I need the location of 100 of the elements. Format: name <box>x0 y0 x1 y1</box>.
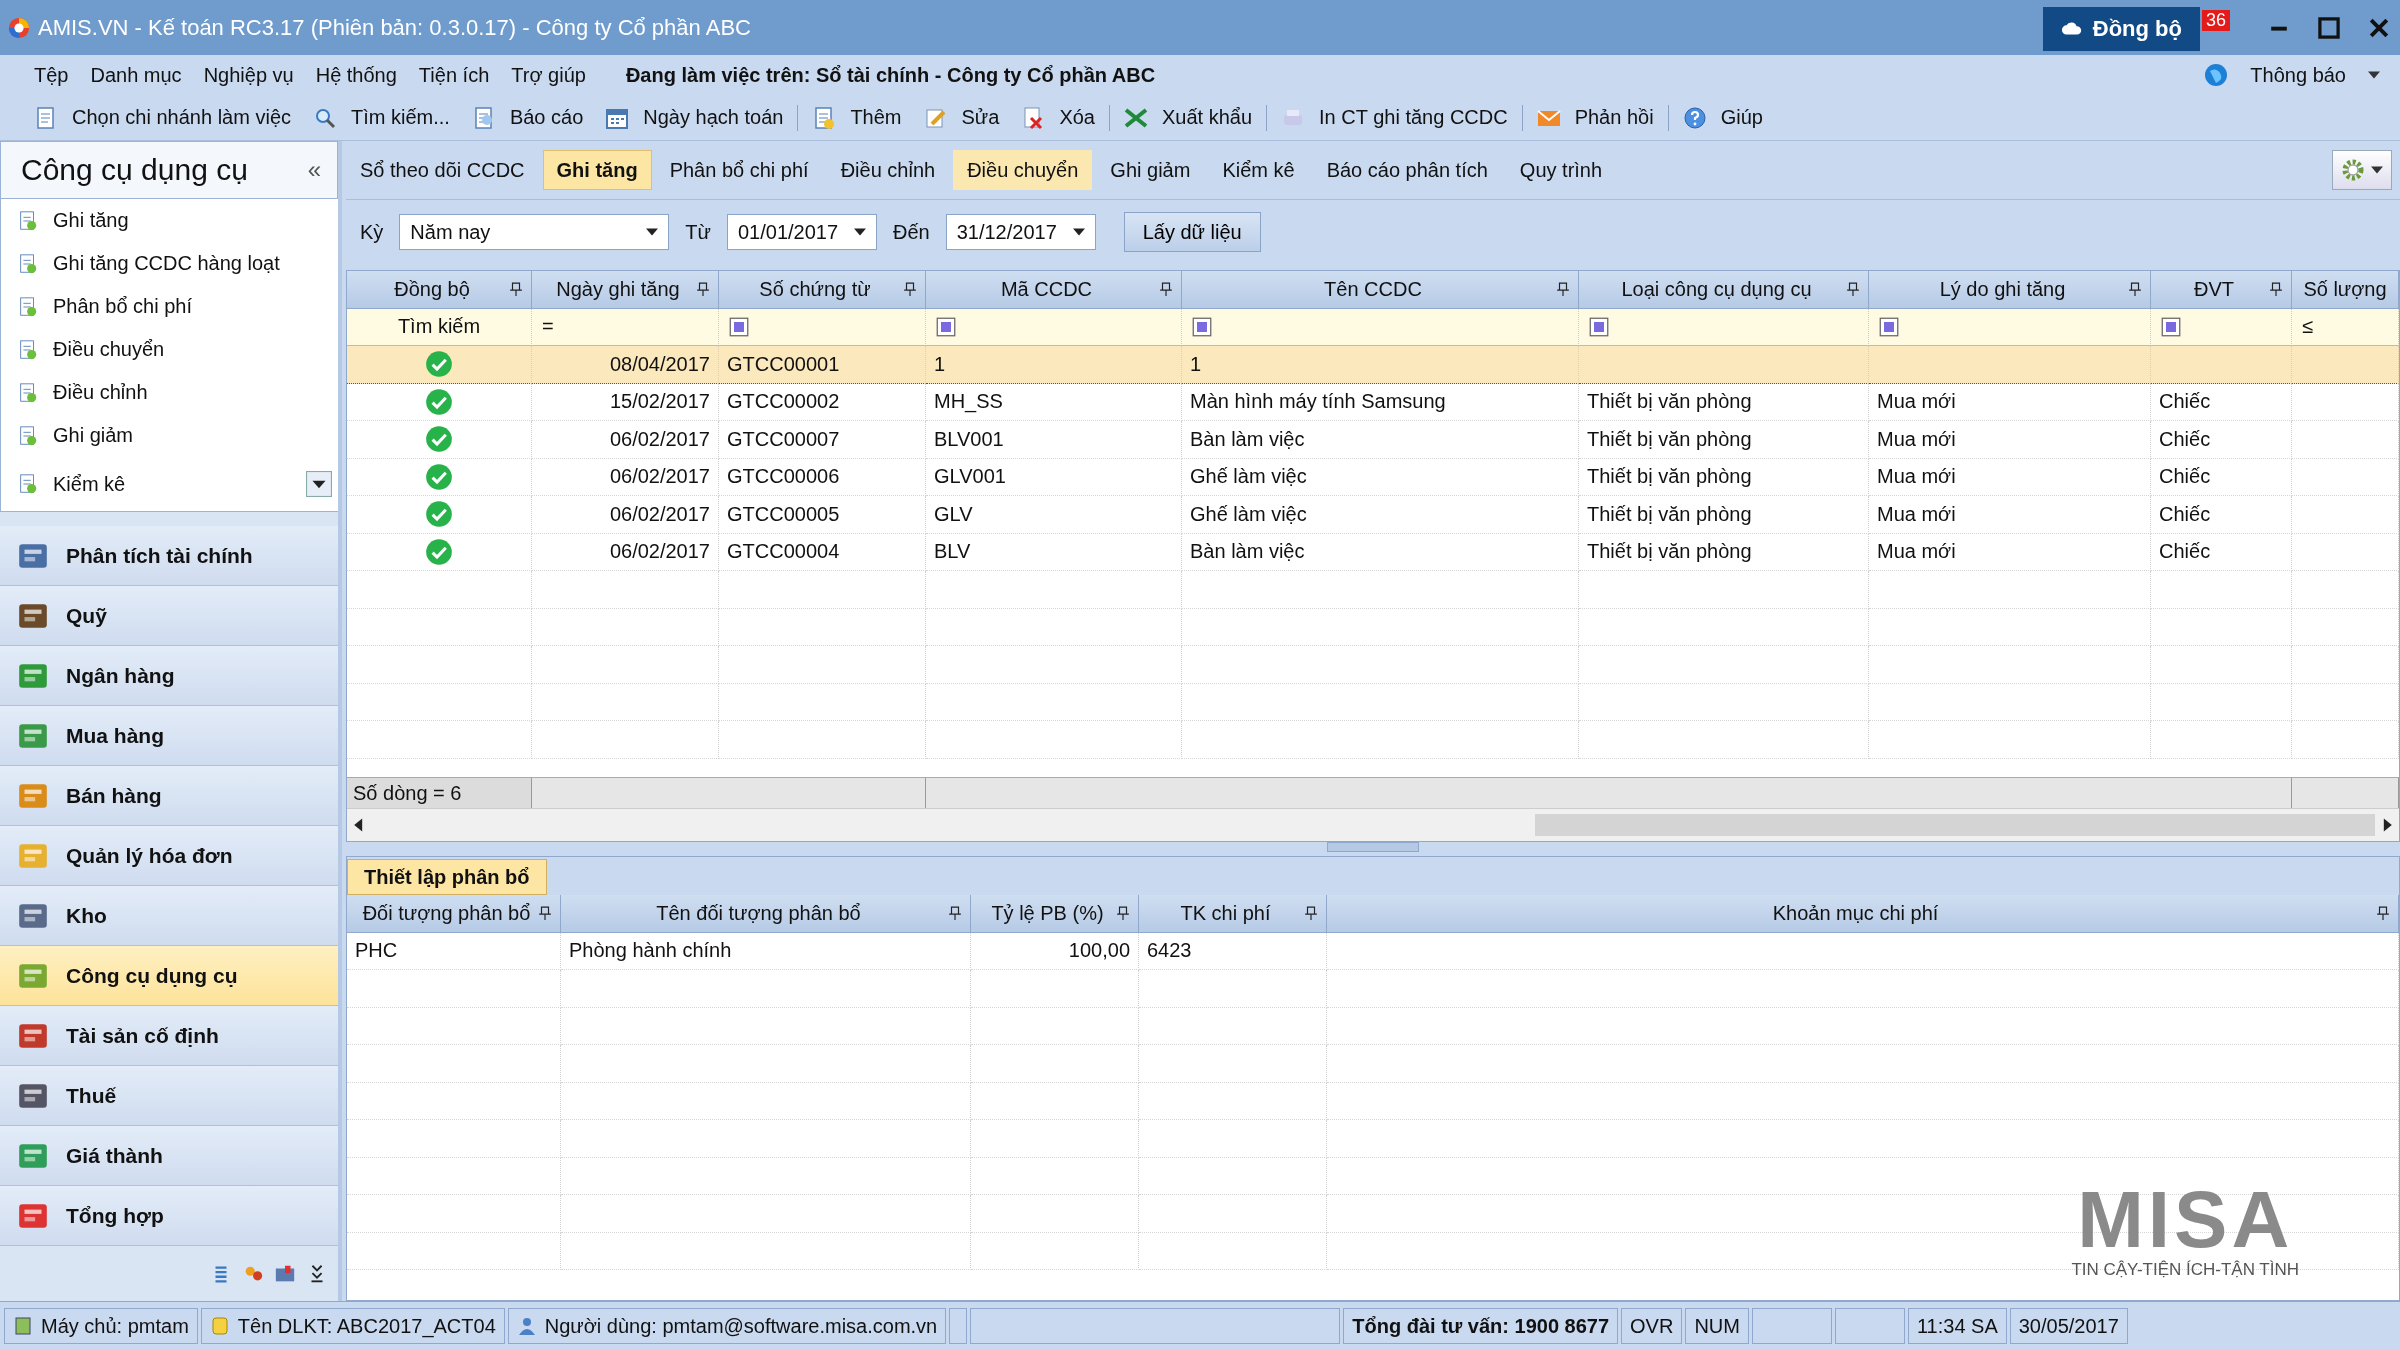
filter-cell[interactable] <box>719 308 926 346</box>
pin-icon[interactable] <box>2128 282 2142 297</box>
caret-icon[interactable] <box>1072 228 1085 236</box>
sync-button[interactable]: Đồng bộ <box>2042 7 2200 51</box>
caret-icon[interactable] <box>853 228 866 236</box>
column-header[interactable]: Ngày ghi tăng <box>532 271 719 309</box>
menu-item[interactable]: Tệp <box>34 63 69 87</box>
column-header[interactable]: Mã CCDC <box>926 271 1182 309</box>
pin-icon[interactable] <box>538 906 552 921</box>
period-dropdown[interactable]: Năm nay <box>399 214 670 250</box>
globe-icon[interactable] <box>2204 63 2229 87</box>
tab[interactable]: Báo cáo phân tích <box>1312 150 1502 190</box>
pin-icon[interactable] <box>696 282 710 297</box>
filter-icon[interactable] <box>936 316 956 337</box>
toolbar-button[interactable]: Chọn chi nhánh làm việc <box>26 103 299 132</box>
toolbar-button[interactable]: Giúp <box>1674 103 1771 132</box>
dropdown-icon[interactable] <box>306 471 332 497</box>
pin-icon[interactable] <box>1159 282 1173 297</box>
column-header[interactable]: Lý do ghi tăng <box>1869 271 2151 309</box>
toolbar-button[interactable]: Phản hồi <box>1528 103 1662 132</box>
sidebar-item[interactable]: Điều chỉnh <box>11 377 154 408</box>
module-button[interactable]: Quỹ <box>0 586 338 646</box>
filter-cell[interactable] <box>926 308 1182 346</box>
menu-item[interactable]: Tiện ích <box>418 63 490 87</box>
toolbar-button[interactable]: In CT ghi tăng CCDC <box>1273 103 1516 132</box>
tab[interactable]: Ghi giảm <box>1096 150 1205 190</box>
toolbar-button[interactable]: Xuất khẩu <box>1116 103 1261 132</box>
filter-icon[interactable] <box>1879 316 1899 337</box>
filter-cell[interactable] <box>1579 308 1869 346</box>
menu-item[interactable]: Nghiệp vụ <box>203 63 294 87</box>
tab[interactable]: Kiểm kê <box>1208 150 1309 190</box>
horizontal-scrollbar[interactable] <box>347 808 2399 841</box>
filter-icon[interactable] <box>2161 316 2181 337</box>
pin-icon[interactable] <box>903 282 917 297</box>
pin-icon[interactable] <box>1116 906 1130 921</box>
toolbar-button[interactable]: Tìm kiếm... <box>305 103 458 132</box>
filter-cell[interactable] <box>1182 308 1579 346</box>
tab[interactable]: Điều chuyển <box>953 150 1093 190</box>
filter-operator[interactable]: ≤ <box>2292 308 2399 346</box>
module-button[interactable]: Kho <box>0 886 338 946</box>
sidebar-item[interactable]: Ghi giảm <box>11 420 140 451</box>
module-button[interactable]: Quản lý hóa đơn <box>0 826 338 886</box>
filter-icon[interactable] <box>1589 316 1609 337</box>
sidebar-item[interactable]: Phân bổ chi phí <box>11 291 198 322</box>
toolbar-button[interactable]: Báo cáo <box>463 103 592 132</box>
toolbar-button[interactable]: Ngày hạch toán <box>597 103 792 132</box>
filter-operator[interactable]: = <box>532 308 719 346</box>
tab[interactable]: Quy trình <box>1505 150 1617 190</box>
pin-icon[interactable] <box>1304 906 1318 921</box>
column-header[interactable]: Số chứng từ <box>719 271 926 309</box>
pin-icon[interactable] <box>2376 906 2390 921</box>
menu-item[interactable]: Danh mục <box>90 63 182 87</box>
toolbar-button[interactable]: Thêm <box>804 103 910 132</box>
filter-cell[interactable] <box>1869 308 2151 346</box>
sidebar-item[interactable]: Ghi tăng <box>11 205 135 236</box>
settings-button[interactable] <box>2332 150 2392 190</box>
pin-icon[interactable] <box>2269 282 2283 297</box>
module-button[interactable]: Công cụ dụng cụ <box>0 946 338 1006</box>
column-header[interactable]: Tên đối tượng phân bổ <box>561 895 971 933</box>
toolbar-button[interactable]: Xóa <box>1013 103 1103 132</box>
notifications-link[interactable]: Thông báo <box>2250 63 2346 87</box>
maximize-icon[interactable] <box>2316 14 2342 41</box>
module-button[interactable]: Tổng hợp <box>0 1186 338 1246</box>
module-button[interactable]: Bán hàng <box>0 766 338 826</box>
splitter-handle[interactable] <box>1327 842 1419 852</box>
filter-cell[interactable] <box>2151 308 2292 346</box>
from-date-field[interactable]: 01/01/2017 <box>726 214 877 250</box>
pin-icon[interactable] <box>509 282 523 297</box>
filter-icon[interactable] <box>1192 316 1212 337</box>
filter-icon[interactable] <box>729 316 749 337</box>
module-button[interactable]: Tài sản cố định <box>0 1006 338 1066</box>
get-data-button[interactable]: Lấy dữ liệu <box>1123 212 1261 252</box>
module-button[interactable]: Thuế <box>0 1066 338 1126</box>
tab[interactable]: Sổ theo dõi CCDC <box>346 150 539 190</box>
module-button[interactable]: Phân tích tài chính <box>0 526 338 586</box>
column-header[interactable]: Khoản mục chi phí <box>1327 895 2399 933</box>
to-date-field[interactable]: 31/12/2017 <box>945 214 1096 250</box>
column-header[interactable]: Đối tượng phân bổ <box>347 895 561 933</box>
pin-icon[interactable] <box>1556 282 1570 297</box>
tab[interactable]: Thiết lập phân bổ <box>347 859 547 895</box>
module-button[interactable]: Mua hàng <box>0 706 338 766</box>
column-header[interactable]: TK chi phí <box>1139 895 1327 933</box>
caret-icon[interactable] <box>646 228 659 236</box>
tab[interactable]: Điều chỉnh <box>826 150 950 190</box>
column-header[interactable]: Số lượng <box>2292 271 2399 309</box>
collapse-button[interactable]: « <box>301 155 327 185</box>
module-button[interactable]: Giá thành <box>0 1126 338 1186</box>
sidebar-item[interactable]: Điều chuyển <box>11 334 171 365</box>
column-header[interactable]: Tên CCDC <box>1182 271 1579 309</box>
sidebar-item[interactable]: Ghi tăng CCDC hàng loạt <box>11 248 286 279</box>
toolbar-button[interactable]: Sửa <box>915 103 1008 132</box>
column-header[interactable]: Đồng bộ <box>347 271 532 309</box>
module-button[interactable]: Ngân hàng <box>0 646 338 706</box>
sidebar-item[interactable]: Kiểm kê <box>11 468 132 500</box>
tab[interactable]: Ghi tăng <box>542 150 652 190</box>
caret-icon[interactable] <box>2368 71 2380 79</box>
tab[interactable]: Phân bổ chi phí <box>655 150 823 190</box>
menu-item[interactable]: Trợ giúp <box>511 63 586 87</box>
column-header[interactable]: Tỷ lệ PB (%) <box>971 895 1139 933</box>
column-header[interactable]: Loại công cụ dụng cụ <box>1579 271 1869 309</box>
